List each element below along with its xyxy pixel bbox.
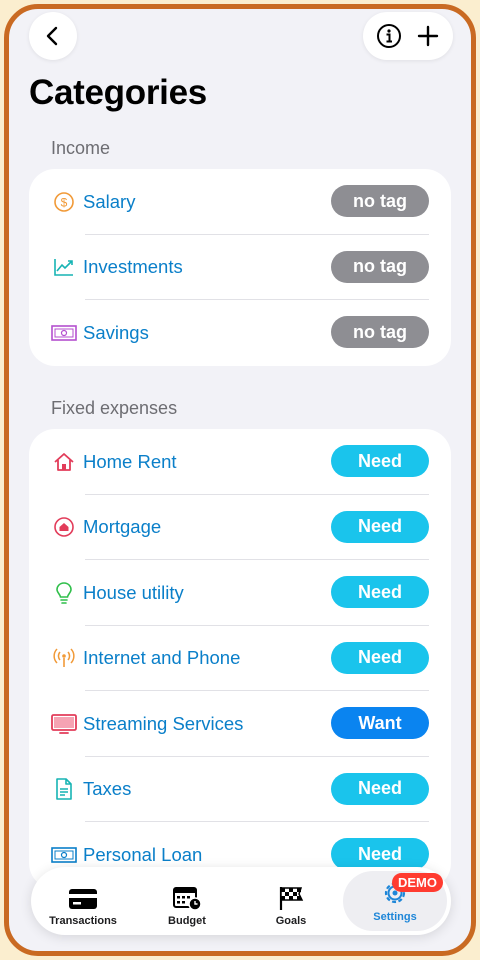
tag-badge[interactable]: no tag (331, 250, 429, 283)
tab-bar: Transactions Budget Goals Settings DEMO (31, 867, 451, 935)
category-label: Streaming Services (83, 712, 244, 734)
tab-label: Goals (275, 915, 307, 927)
category-label: Personal Loan (83, 843, 203, 865)
tab-label: Transactions (49, 915, 117, 927)
tag-badge[interactable]: Need (331, 838, 429, 870)
category-label: House utility (83, 581, 184, 603)
tag-badge[interactable]: Need (331, 576, 429, 608)
category-label: Home Rent (83, 450, 177, 472)
svg-text:$: $ (61, 195, 68, 209)
plus-icon (417, 25, 438, 47)
tab-goals[interactable]: Goals (239, 867, 343, 935)
tab-label: Budget (168, 915, 206, 927)
tag-badge[interactable]: Need (331, 510, 429, 543)
tag-badge[interactable]: Want (331, 707, 429, 739)
category-label: Taxes (83, 778, 132, 800)
category-label: Salary (83, 190, 136, 212)
tab-label: Settings (373, 911, 417, 923)
tab-settings[interactable]: Settings DEMO (343, 871, 447, 931)
category-row-streaming-services[interactable]: Streaming Services Want (29, 691, 451, 757)
house-circle-icon (51, 514, 77, 540)
tag-badge[interactable]: Need (331, 445, 429, 477)
chevron-left-icon (46, 26, 58, 46)
add-button[interactable] (411, 19, 445, 53)
category-row-taxes[interactable]: Taxes Need (29, 757, 451, 822)
category-row-salary[interactable]: $ Salary no tag (29, 169, 451, 235)
category-label: Mortgage (83, 516, 162, 538)
banknote-icon (51, 320, 77, 346)
tag-badge[interactable]: no tag (331, 316, 429, 348)
back-button[interactable] (29, 12, 77, 60)
info-icon (376, 24, 401, 48)
category-row-home-rent[interactable]: Home Rent Need (29, 429, 451, 495)
info-button[interactable] (372, 19, 406, 53)
demo-badge: DEMO (392, 873, 443, 892)
document-icon (51, 776, 77, 802)
income-card: $ Salary no tag Investments no tag Savin… (29, 169, 451, 366)
category-row-internet-and-phone[interactable]: Internet and Phone Need (29, 626, 451, 691)
category-label: Investments (83, 256, 183, 278)
category-label: Internet and Phone (83, 647, 241, 669)
tab-budget[interactable]: Budget (135, 867, 239, 935)
section-label-income: Income (51, 138, 111, 158)
banknote-icon (51, 842, 77, 868)
section-label-fixed-expenses: Fixed expenses (51, 398, 178, 418)
tv-icon (51, 711, 77, 737)
page-title: Categories (29, 73, 207, 112)
app-frame: Categories Income $ Salary no tag Invest… (4, 4, 476, 956)
category-label: Savings (83, 321, 149, 343)
category-row-savings[interactable]: Savings no tag (29, 300, 451, 366)
chart-line-icon (51, 254, 77, 280)
antenna-icon (51, 645, 77, 671)
header-actions (363, 12, 453, 60)
tab-transactions[interactable]: Transactions (31, 867, 135, 935)
checkered-flag-icon (279, 887, 304, 910)
tag-badge[interactable]: Need (331, 641, 429, 674)
category-row-investments[interactable]: Investments no tag (29, 235, 451, 300)
lightbulb-icon (51, 580, 77, 606)
tag-badge[interactable]: Need (331, 772, 429, 805)
category-row-mortgage[interactable]: Mortgage Need (29, 495, 451, 560)
dollar-coin-icon: $ (51, 189, 77, 215)
calendar-clock-icon (173, 887, 202, 911)
credit-card-icon (69, 889, 97, 909)
tag-badge[interactable]: no tag (331, 185, 429, 217)
house-icon (51, 449, 77, 475)
category-row-house-utility[interactable]: House utility Need (29, 560, 451, 626)
fixed-expenses-card: Home Rent Need Mortgage Need House utili… (29, 429, 451, 889)
